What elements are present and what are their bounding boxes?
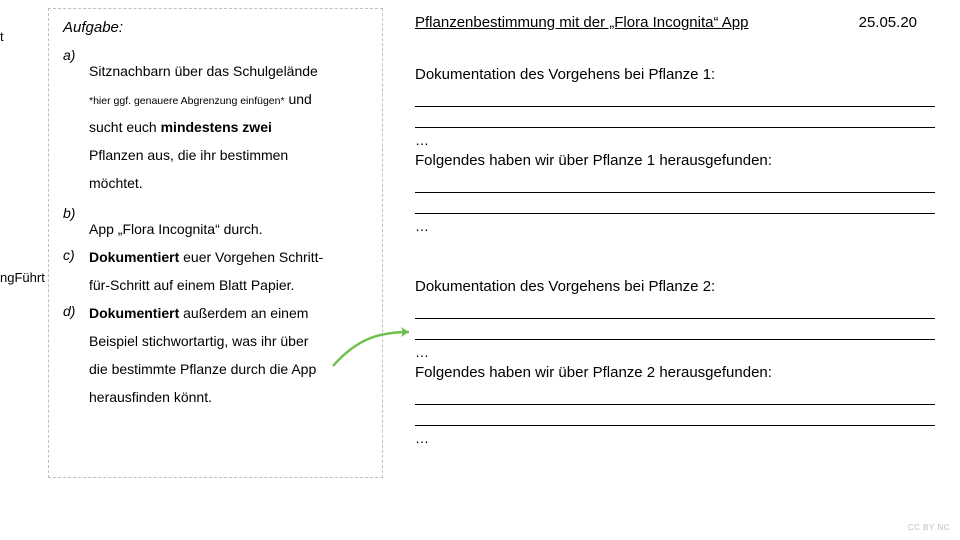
task-marker-c: c) [63,243,89,265]
task-a-line2-bold: mindestens zwei [161,119,272,135]
blank-line [415,113,935,128]
task-d-line1-rest: außerdem an einem [179,305,308,321]
task-marker-a: a) [63,43,89,65]
task-marker-b: b) [63,201,89,223]
task-c-line2: für-Schritt auf einem Blatt Papier. [89,271,368,299]
ellipsis: … [415,130,935,150]
ellipsis: … [415,428,935,448]
task-d-line1: Dokumentiert außerdem an einem [89,299,368,327]
task-body-d: Dokumentiert außerdem an einem Beispiel … [89,299,368,411]
task-a-line4: möchtet. [89,169,368,197]
task-b-line1: App „Flora Incognita“ durch. [89,215,368,243]
doc2-heading: Dokumentation des Vorgehens bei Pflanze … [415,276,935,298]
edge-fragment-t: t [0,28,4,47]
task-a-line1: Sitznachbarn über das Schulgelände [89,57,368,85]
worksheet-title: Pflanzenbestimmung mit der „Flora Incogn… [415,12,749,34]
blank-line [415,390,935,405]
task-d-line4: herausfinden könnt. [89,383,368,411]
task-item-d: d) Dokumentiert außerdem an einem Beispi… [63,299,368,411]
ellipsis: … [415,342,935,362]
task-c-line1: Dokumentiert euer Vorgehen Schritt- [89,243,368,271]
task-a-und: und [285,91,312,107]
task-box: Aufgabe: a) Sitznachbarn über das Schulg… [48,8,383,478]
task-body-b: App „Flora Incognita“ durch. [89,201,368,243]
blank-line [415,199,935,214]
page: t ngFührt Aufgabe: a) Sitznachbarn über … [0,0,960,540]
ellipsis: … [415,216,935,236]
blank-line [415,304,935,319]
worksheet-right: Pflanzenbestimmung mit der „Flora Incogn… [415,12,935,448]
task-item-a: a) Sitznachbarn über das Schulgelände *h… [63,43,368,197]
task-body-c: Dokumentiert euer Vorgehen Schritt- für-… [89,243,368,299]
found1-heading: Folgendes haben wir über Pflanze 1 herau… [415,150,935,172]
task-a-note: *hier ggf. genauere Abgrenzung einfügen* [89,95,285,107]
task-d-line2: Beispiel stichwortartig, was ihr über [89,327,368,355]
task-c-line1-rest: euer Vorgehen Schritt- [179,249,323,265]
license-label: CC BY NC [908,522,950,534]
task-a-line2: sucht euch mindestens zwei [89,113,368,141]
blank-line [415,411,935,426]
task-a-note-line: *hier ggf. genauere Abgrenzung einfügen*… [89,85,368,113]
task-d-line3: die bestimmte Pflanze durch die App [89,355,368,383]
task-item-c: c) Dokumentiert euer Vorgehen Schritt- f… [63,243,368,299]
doc1-heading: Dokumentation des Vorgehens bei Pflanze … [415,64,935,86]
task-marker-d: d) [63,299,89,321]
blank-line [415,178,935,193]
task-title: Aufgabe: [63,17,368,39]
worksheet-date: 25.05.20 [859,12,917,34]
task-a-line2-pre: sucht euch [89,119,161,135]
task-body-a: Sitznachbarn über das Schulgelände *hier… [89,43,368,197]
blank-line [415,325,935,340]
task-a-line3: Pflanzen aus, die ihr bestimmen [89,141,368,169]
task-d-line1-bold: Dokumentiert [89,305,179,321]
found2-heading: Folgendes haben wir über Pflanze 2 herau… [415,362,935,384]
task-b-line1-text: App „Flora Incognita“ durch. [89,221,263,237]
blank-line [415,92,935,107]
task-item-b: b) App „Flora Incognita“ durch. [63,201,368,243]
task-c-line1-bold: Dokumentiert [89,249,179,265]
edge-fragment-f: ngFührt [0,269,45,288]
